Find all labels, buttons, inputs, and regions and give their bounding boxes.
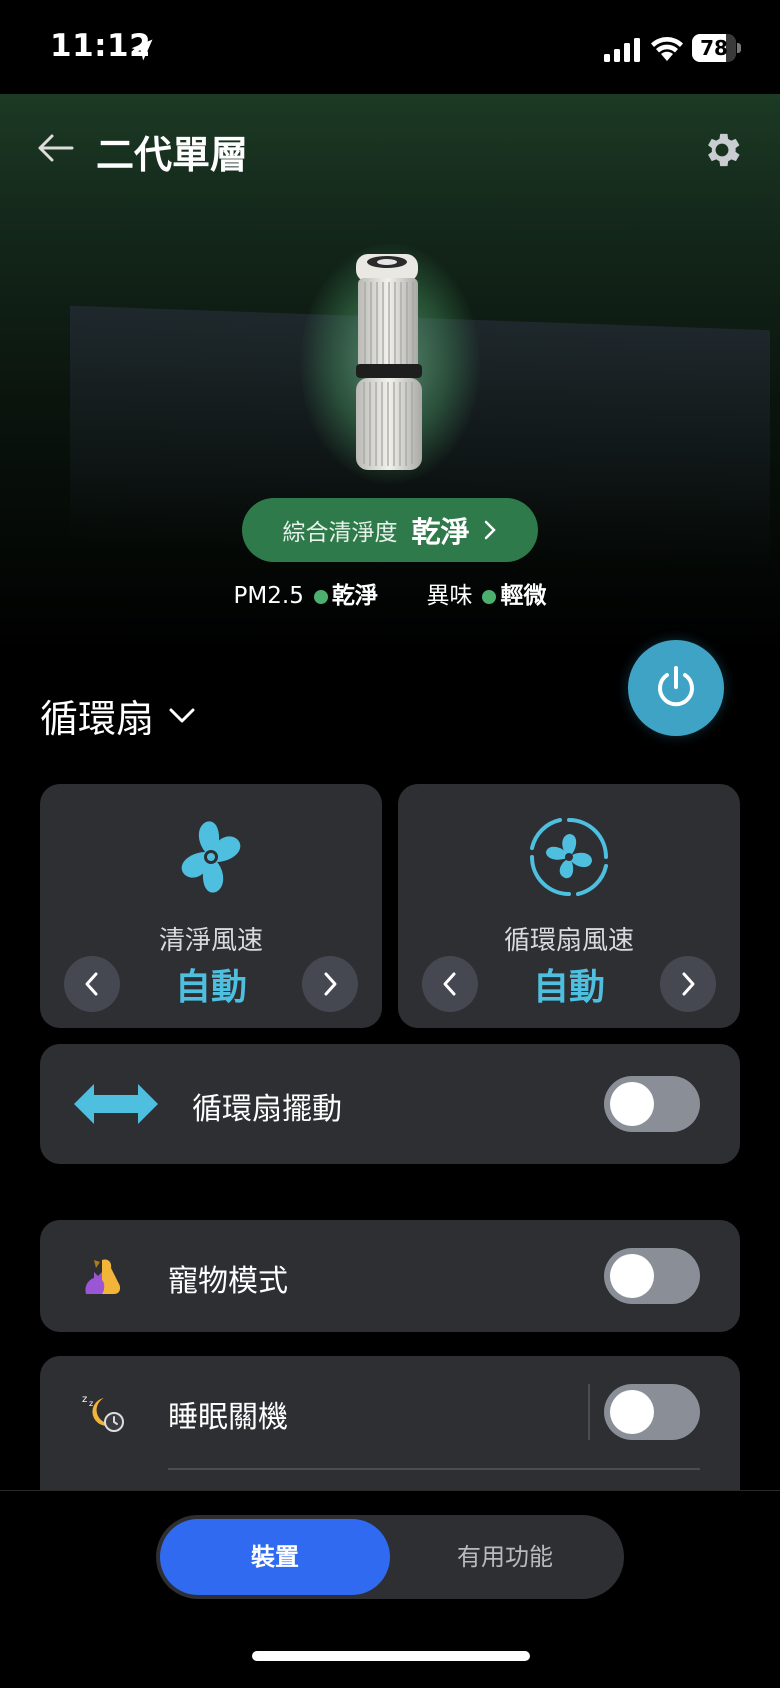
chevron-left-icon <box>443 972 456 996</box>
sleep-off-toggle[interactable] <box>604 1384 700 1440</box>
sleep-timer-icon: z z <box>82 1394 124 1432</box>
svg-text:z: z <box>89 1399 93 1408</box>
purify-speed-increase-button[interactable] <box>302 956 358 1012</box>
purify-speed-card: 清淨風速 自動 <box>40 784 382 1028</box>
overall-cleanliness-value: 乾淨 <box>411 515 470 549</box>
power-icon <box>658 666 694 707</box>
swing-row: 循環扇擺動 <box>40 1044 740 1164</box>
pet-mode-toggle[interactable] <box>604 1248 700 1304</box>
pet-icon <box>85 1259 121 1294</box>
page-title: 二代單層 <box>96 133 249 177</box>
location-arrow-icon <box>131 39 153 61</box>
circulator-speed-label: 循環扇風速 <box>503 926 634 956</box>
pet-mode-row: 寵物模式 <box>40 1220 740 1332</box>
purify-speed-label: 清淨風速 <box>158 926 263 956</box>
swing-arrows-icon <box>74 1084 158 1124</box>
back-arrow-icon[interactable] <box>34 130 76 166</box>
overall-cleanliness-button[interactable]: 綜合清淨度 乾淨 <box>242 498 538 562</box>
home-indicator <box>252 1651 530 1661</box>
pm25-value: 乾淨 <box>331 583 378 609</box>
circulator-speed-increase-button[interactable] <box>660 956 716 1012</box>
signal-icon <box>604 38 640 62</box>
battery-icon: 78 <box>692 34 741 62</box>
bottom-bar: 裝置 有用功能 <box>0 1490 780 1688</box>
chevron-down-icon <box>169 708 195 722</box>
air-purifier-image <box>356 254 422 470</box>
chevron-right-icon <box>682 972 695 996</box>
gear-icon[interactable] <box>700 128 744 172</box>
tab-device[interactable]: 裝置 <box>160 1519 390 1595</box>
odor-status-dot <box>482 589 497 604</box>
chevron-right-icon <box>484 520 496 540</box>
swing-toggle[interactable] <box>604 1076 700 1132</box>
pm25-label: PM2.5 <box>233 583 304 609</box>
odor-label: 異味 <box>426 583 473 609</box>
chevron-right-icon <box>324 972 337 996</box>
odor-value: 輕微 <box>500 583 547 609</box>
pet-mode-label: 寵物模式 <box>168 1264 288 1299</box>
power-button[interactable] <box>628 640 724 736</box>
fan-icon <box>181 821 241 893</box>
circulator-speed-decrease-button[interactable] <box>422 956 478 1012</box>
mode-label: 循環扇 <box>40 697 155 741</box>
bottom-tab-switch: 裝置 有用功能 <box>156 1515 624 1599</box>
sensor-readings: PM2.5 乾淨 異味 輕微 <box>0 576 780 610</box>
overall-cleanliness-label: 綜合清淨度 <box>282 520 398 546</box>
battery-percent: 78 <box>700 36 728 60</box>
pm25-status-dot <box>313 589 328 604</box>
swing-label: 循環扇擺動 <box>192 1092 342 1127</box>
mode-selector[interactable]: 循環扇 <box>40 688 196 743</box>
tab-useful-functions[interactable]: 有用功能 <box>390 1519 620 1595</box>
purify-speed-decrease-button[interactable] <box>64 956 120 1012</box>
circulator-speed-card: 循環扇風速 自動 <box>398 784 740 1028</box>
wifi-icon <box>651 37 683 61</box>
svg-text:z: z <box>82 1394 87 1405</box>
chevron-left-icon <box>85 972 98 996</box>
circulator-fan-icon <box>530 818 608 896</box>
status-bar: 11:12 78 <box>0 0 780 94</box>
horizontal-divider <box>168 1468 700 1470</box>
sleep-off-label: 睡眠關機 <box>168 1400 288 1435</box>
vertical-divider <box>588 1384 590 1440</box>
